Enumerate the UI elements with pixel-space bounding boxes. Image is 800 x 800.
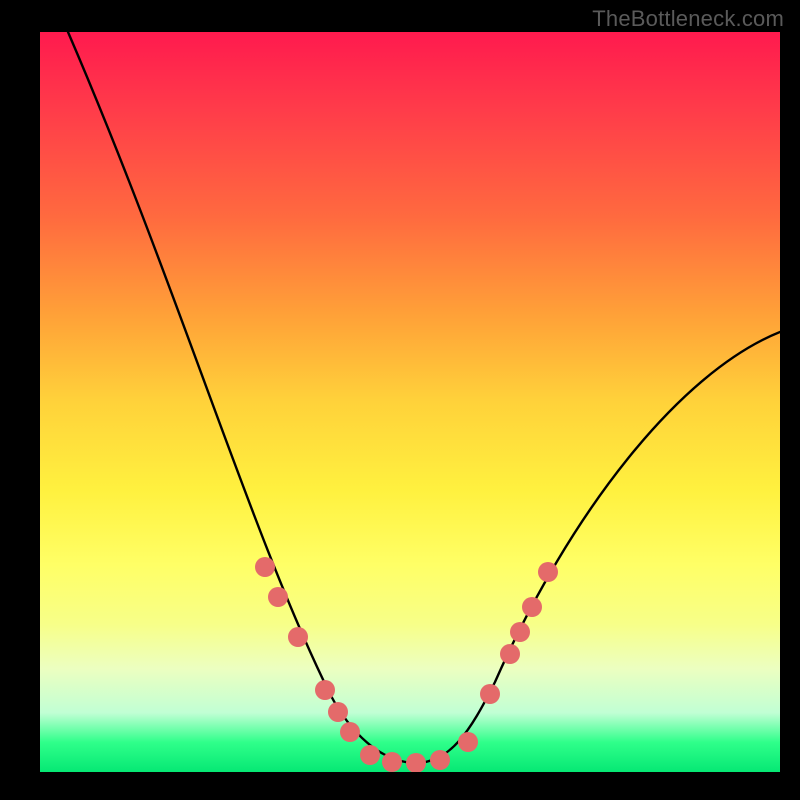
curve-markers [255, 557, 558, 772]
curve-marker [430, 750, 450, 770]
curve-marker [382, 752, 402, 772]
curve-marker [360, 745, 380, 765]
curve-marker [480, 684, 500, 704]
curve-marker [315, 680, 335, 700]
watermark-text: TheBottleneck.com [592, 6, 784, 32]
curve-marker [538, 562, 558, 582]
plot-area [40, 32, 780, 772]
bottleneck-curve [68, 32, 780, 763]
curve-marker [510, 622, 530, 642]
curve-marker [328, 702, 348, 722]
curve-marker [458, 732, 478, 752]
chart-frame: TheBottleneck.com [0, 0, 800, 800]
curve-marker [340, 722, 360, 742]
curve-marker [522, 597, 542, 617]
curve-marker [406, 753, 426, 772]
curve-marker [268, 587, 288, 607]
curve-marker [255, 557, 275, 577]
chart-svg [40, 32, 780, 772]
curve-marker [288, 627, 308, 647]
curve-marker [500, 644, 520, 664]
